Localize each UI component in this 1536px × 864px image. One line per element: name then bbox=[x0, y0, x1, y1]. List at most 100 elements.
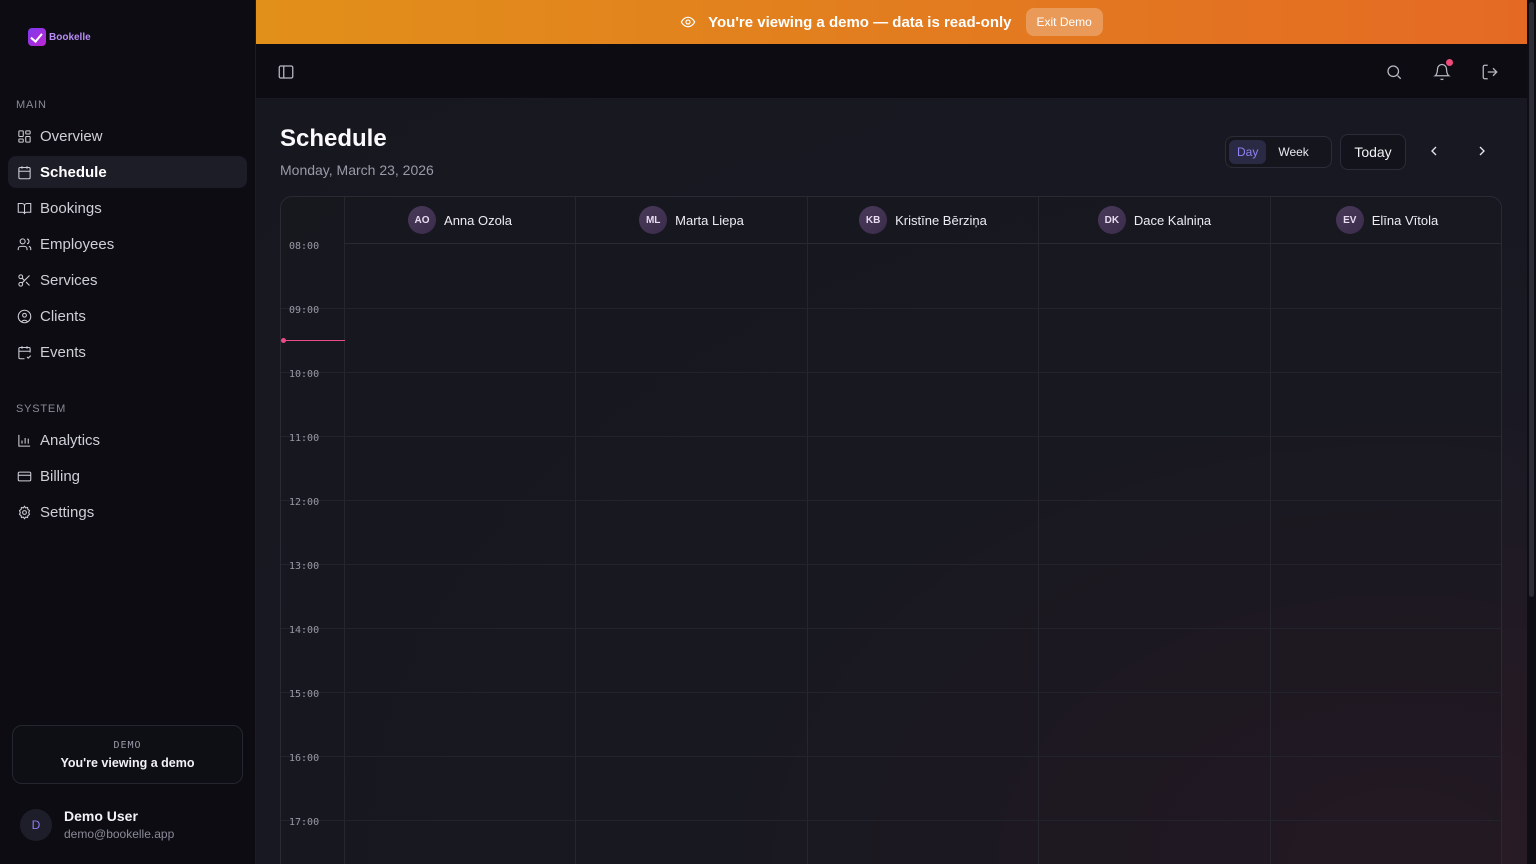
demo-message: You're viewing a demo bbox=[60, 756, 195, 770]
gear-icon bbox=[18, 504, 31, 520]
user-circle-icon bbox=[17, 309, 32, 323]
banner-text: You're viewing a demo — data is read-onl… bbox=[708, 13, 1012, 31]
logo-text: Bookelle bbox=[49, 31, 91, 43]
notifications-button[interactable] bbox=[1433, 59, 1453, 81]
page-date: Monday, March 23, 2026 bbox=[280, 162, 434, 178]
hour-divider bbox=[281, 436, 1501, 437]
view-day-button[interactable]: Day bbox=[1229, 140, 1267, 164]
scrollbar-thumb[interactable] bbox=[1529, 2, 1534, 597]
hour-divider bbox=[281, 500, 1501, 501]
employee-name: Dace Kalniņa bbox=[1133, 212, 1212, 228]
column-divider bbox=[1038, 197, 1039, 864]
employee-column-header[interactable]: KB Kristīne Bērziņa bbox=[808, 197, 1038, 244]
users-icon bbox=[17, 237, 32, 250]
search-icon bbox=[1387, 65, 1402, 80]
time-label: 11:00 bbox=[289, 433, 320, 444]
column-divider bbox=[344, 197, 345, 864]
sidebar-item-label: Analytics bbox=[40, 431, 101, 449]
employee-avatar: AO bbox=[408, 206, 437, 234]
page-scrollbar[interactable] bbox=[1527, 0, 1536, 864]
sidebar-item-overview[interactable]: Overview bbox=[8, 120, 247, 152]
employee-name: Marta Liepa bbox=[675, 212, 744, 228]
calendar-icon bbox=[18, 165, 31, 179]
scissors-icon bbox=[18, 273, 30, 287]
sidebar-item-bookings[interactable]: Bookings bbox=[8, 192, 247, 224]
search-button[interactable] bbox=[1385, 63, 1403, 81]
credit-card-icon bbox=[17, 471, 32, 481]
employee-column-header[interactable]: DK Dace Kalniņa bbox=[1039, 197, 1270, 244]
user-name: Demo User bbox=[64, 808, 138, 824]
section-label-main: MAIN bbox=[16, 99, 47, 111]
top-bar bbox=[256, 44, 1527, 99]
logo-icon bbox=[28, 28, 46, 46]
app-logo[interactable]: Bookelle bbox=[28, 28, 91, 46]
employee-column-header[interactable]: ML Marta Liepa bbox=[576, 197, 807, 244]
sidebar-toggle-button[interactable] bbox=[277, 63, 295, 81]
demo-card: DEMO You're viewing a demo bbox=[12, 725, 243, 784]
hour-divider bbox=[281, 372, 1501, 373]
avatar: D bbox=[20, 808, 52, 841]
chevron-right-icon bbox=[1479, 146, 1485, 156]
section-label-system: SYSTEM bbox=[16, 403, 67, 415]
notification-dot bbox=[1446, 59, 1453, 66]
time-label: 17:00 bbox=[289, 817, 320, 828]
page-title: Schedule bbox=[280, 125, 387, 152]
demo-tag: DEMO bbox=[113, 740, 142, 751]
sidebar-item-settings[interactable]: Settings bbox=[8, 496, 247, 528]
bar-chart-icon bbox=[18, 434, 31, 447]
next-day-button[interactable] bbox=[1474, 143, 1490, 159]
logout-button[interactable] bbox=[1481, 63, 1499, 81]
sidebar-item-label: Bookings bbox=[40, 199, 102, 217]
sidebar: Bookelle MAIN Overview Schedule Bookings… bbox=[0, 0, 256, 864]
time-label: 10:00 bbox=[289, 369, 320, 380]
employee-avatar: KB bbox=[859, 206, 888, 234]
demo-banner: You're viewing a demo — data is read-onl… bbox=[256, 0, 1527, 44]
view-toggle: Day Week bbox=[1225, 136, 1332, 168]
time-label: 08:00 bbox=[289, 241, 320, 252]
exit-demo-button[interactable]: Exit Demo bbox=[1025, 8, 1103, 36]
sidebar-item-billing[interactable]: Billing bbox=[8, 460, 247, 492]
hour-divider bbox=[281, 756, 1501, 757]
calendar-check-icon bbox=[18, 345, 32, 359]
employee-name: Anna Ozola bbox=[444, 212, 512, 228]
sidebar-item-clients[interactable]: Clients bbox=[8, 300, 247, 332]
sidebar-item-analytics[interactable]: Analytics bbox=[8, 424, 247, 456]
sidebar-item-events[interactable]: Events bbox=[8, 336, 247, 368]
book-icon bbox=[17, 202, 32, 214]
time-label: 12:00 bbox=[289, 497, 320, 508]
sidebar-item-label: Settings bbox=[40, 503, 95, 521]
logout-icon bbox=[1482, 64, 1498, 80]
time-label: 13:00 bbox=[289, 561, 320, 572]
hour-divider bbox=[281, 308, 1501, 309]
employee-column-header[interactable]: EV Elīna Vītola bbox=[1271, 197, 1501, 244]
main-content: Schedule Monday, March 23, 2026 Day Week… bbox=[256, 99, 1527, 864]
time-label: 09:00 bbox=[289, 305, 320, 316]
current-time-line bbox=[283, 340, 345, 341]
sidebar-item-employees[interactable]: Employees bbox=[8, 228, 247, 260]
employee-column-header[interactable]: AO Anna Ozola bbox=[345, 197, 575, 244]
user-profile[interactable]: D Demo User demo@bookelle.app bbox=[20, 808, 174, 841]
previous-day-button[interactable] bbox=[1426, 143, 1442, 159]
column-divider bbox=[575, 197, 576, 864]
sidebar-item-label: Overview bbox=[40, 127, 103, 145]
hour-divider bbox=[281, 692, 1501, 693]
eye-icon bbox=[680, 16, 696, 28]
employee-avatar: ML bbox=[639, 206, 668, 234]
column-divider bbox=[807, 197, 808, 864]
view-week-button[interactable]: Week bbox=[1270, 140, 1316, 164]
employee-name: Kristīne Bērziņa bbox=[895, 212, 987, 228]
grid-icon bbox=[18, 129, 31, 143]
employee-avatar: EV bbox=[1335, 206, 1364, 234]
employee-name: Elīna Vītola bbox=[1371, 212, 1439, 228]
hour-divider bbox=[281, 820, 1501, 821]
time-label: 14:00 bbox=[289, 625, 320, 636]
sidebar-item-schedule[interactable]: Schedule bbox=[8, 156, 247, 188]
time-label: 16:00 bbox=[289, 753, 320, 764]
sidebar-item-label: Billing bbox=[40, 467, 81, 485]
time-label: 15:00 bbox=[289, 689, 320, 700]
employee-avatar: DK bbox=[1097, 206, 1126, 234]
today-button[interactable]: Today bbox=[1340, 134, 1406, 170]
sidebar-item-services[interactable]: Services bbox=[8, 264, 247, 296]
user-email: demo@bookelle.app bbox=[64, 827, 175, 841]
sidebar-item-label: Employees bbox=[40, 235, 115, 253]
